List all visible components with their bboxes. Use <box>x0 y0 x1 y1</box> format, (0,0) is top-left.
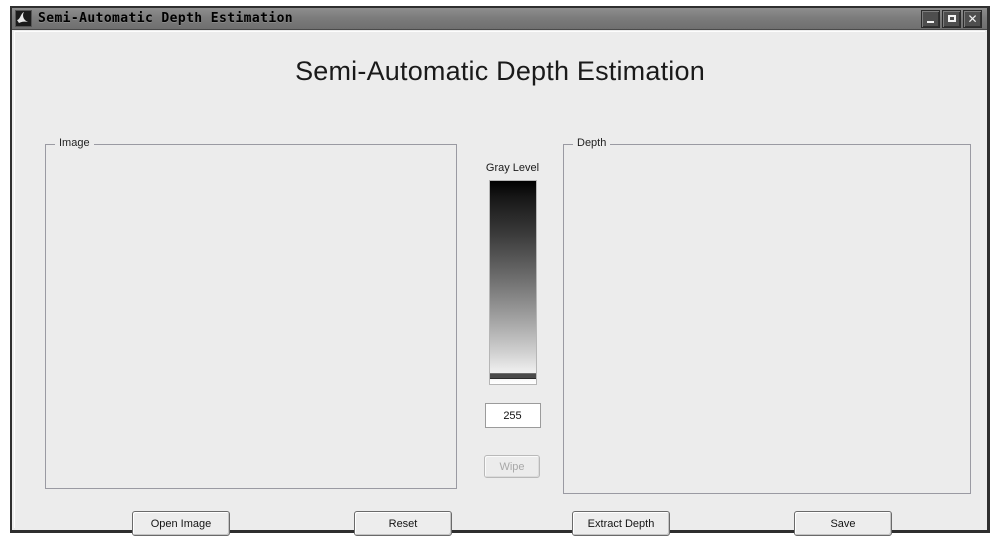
gray-level-group: Gray Level 255 <box>470 162 555 428</box>
close-button[interactable]: ✕ <box>963 9 982 28</box>
save-button[interactable]: Save <box>794 511 892 536</box>
gray-level-slider[interactable] <box>488 180 537 385</box>
gray-level-value-field[interactable]: 255 <box>484 403 541 428</box>
gray-level-slider-thumb[interactable] <box>489 373 536 379</box>
window-controls: ✕ <box>921 9 984 28</box>
application-window: Semi-Automatic Depth Estimation ✕ Semi-A… <box>10 6 990 536</box>
window-title: Semi-Automatic Depth Estimation <box>38 11 294 26</box>
open-image-button[interactable]: Open Image <box>132 511 230 536</box>
close-icon: ✕ <box>967 11 978 26</box>
extract-depth-button[interactable]: Extract Depth <box>572 511 670 536</box>
maximize-button[interactable] <box>942 9 961 28</box>
minimize-button[interactable] <box>921 9 940 28</box>
gray-level-gradient-track[interactable] <box>488 180 537 385</box>
depth-panel-label: Depth <box>573 137 611 149</box>
minimize-icon <box>927 20 934 23</box>
maximize-icon <box>947 15 956 22</box>
gray-level-label: Gray Level <box>485 162 540 174</box>
depth-panel[interactable]: Depth <box>563 137 971 494</box>
title-bar[interactable]: Semi-Automatic Depth Estimation ✕ <box>12 8 987 30</box>
reset-button[interactable]: Reset <box>354 511 452 536</box>
image-panel[interactable]: Image <box>45 137 457 489</box>
page-title: Semi-Automatic Depth Estimation <box>295 56 705 86</box>
wipe-button[interactable]: Wipe <box>484 455 540 478</box>
client-area: Semi-Automatic Depth Estimation Image De… <box>14 31 985 536</box>
matlab-membrane-icon <box>15 10 32 27</box>
image-panel-label: Image <box>55 137 94 149</box>
